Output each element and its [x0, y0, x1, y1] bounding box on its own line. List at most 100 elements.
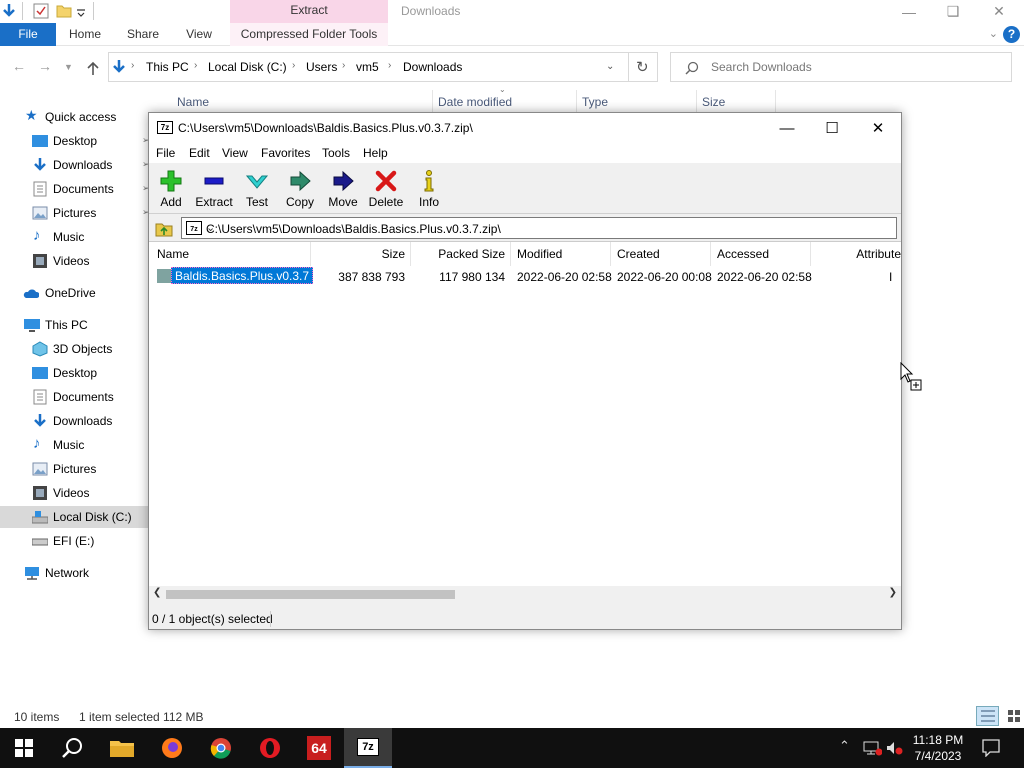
tray-expand-chevron-icon[interactable]: ⌃ [839, 738, 850, 754]
explorer-maximize-button[interactable]: ❑ [930, 0, 976, 23]
breadcrumb-this-pc[interactable]: This PC [146, 60, 189, 74]
nav-quick-access[interactable]: ★ Quick access [0, 106, 148, 128]
customize-qa-chevron-icon[interactable] [76, 3, 86, 19]
column-header-name[interactable]: Name [177, 95, 209, 109]
zip-column-created[interactable]: Created [617, 242, 660, 266]
column-header-size[interactable]: Size [702, 95, 725, 109]
nav-local-disk[interactable]: Local Disk (C:) [0, 506, 148, 528]
tab-view[interactable]: View [176, 23, 222, 46]
nav-pc-music[interactable]: ♪ Music [0, 434, 148, 456]
up-arrow-icon[interactable] [86, 60, 100, 76]
address-dropdown-chevron-icon[interactable]: ⌄ [606, 61, 614, 72]
help-icon[interactable]: ? [1003, 26, 1020, 43]
nav-quick-downloads[interactable]: Downloads ➢ [0, 154, 150, 176]
column-header-date-modified[interactable]: Date modified [438, 95, 512, 109]
nav-quick-documents[interactable]: Documents ➢ [0, 178, 150, 200]
path-input[interactable]: 7z C:\Users\vm5\Downloads\Baldis.Basics.… [181, 217, 897, 239]
nav-onedrive[interactable]: OneDrive [0, 282, 148, 304]
start-button[interactable] [0, 728, 48, 768]
nav-quick-videos[interactable]: Videos [0, 250, 148, 272]
taskbar-search-button[interactable] [48, 728, 96, 768]
tab-compressed-folder-tools[interactable]: Compressed Folder Tools [230, 23, 388, 46]
path-dropdown-chevron-icon[interactable]: ⌄ [206, 221, 890, 234]
new-folder-icon[interactable] [56, 3, 72, 19]
zip-column-attribute[interactable]: Attribute [811, 242, 901, 266]
explorer-close-button[interactable]: ✕ [976, 0, 1022, 23]
taskbar-file-explorer[interactable] [98, 728, 146, 768]
nav-pc-videos[interactable]: Videos [0, 482, 148, 504]
download-arrow-icon[interactable] [2, 3, 16, 19]
nav-3d-objects[interactable]: 3D Objects [0, 338, 148, 360]
zip-column-accessed[interactable]: Accessed [717, 242, 769, 266]
add-plus-icon [160, 170, 182, 192]
menu-help[interactable]: Help [363, 146, 388, 160]
delete-button[interactable]: Delete [364, 169, 408, 209]
scroll-right-icon[interactable]: ❯ [889, 587, 897, 598]
nav-network[interactable]: Network [0, 562, 148, 584]
nav-pc-pictures[interactable]: Pictures [0, 458, 148, 480]
horizontal-scrollbar[interactable]: ❮ ❯ [149, 586, 901, 603]
nav-this-pc[interactable]: This PC [0, 314, 148, 336]
scroll-left-icon[interactable]: ❮ [153, 587, 161, 598]
menu-favorites[interactable]: Favorites [261, 146, 310, 160]
downloads-icon [34, 158, 46, 171]
details-view-icon[interactable] [976, 706, 1000, 726]
nav-efi-drive[interactable]: EFI (E:) [0, 530, 148, 552]
search-input[interactable]: Search Downloads [711, 60, 812, 74]
menu-edit[interactable]: Edit [189, 146, 210, 160]
forward-arrow-icon[interactable]: → [38, 58, 52, 74]
explorer-minimize-button[interactable]: — [886, 0, 932, 23]
breadcrumb-users[interactable]: Users [306, 60, 337, 74]
notifications-icon[interactable] [982, 739, 1000, 757]
nav-quick-pictures[interactable]: Pictures ➢ [0, 202, 150, 224]
move-button[interactable]: Move [321, 169, 365, 209]
extract-button[interactable]: Extract [192, 169, 236, 209]
refresh-icon[interactable]: ↻ [636, 58, 649, 76]
nav-label: Local Disk (C:) [53, 510, 132, 524]
recent-locations-chevron-icon[interactable]: ▼ [64, 62, 73, 72]
taskbar-clock[interactable]: 11:18 PM 7/4/2023 [906, 732, 970, 764]
tab-file[interactable]: File [0, 23, 56, 46]
taskbar-firefox[interactable] [148, 728, 196, 768]
taskbar-chrome[interactable] [197, 728, 245, 768]
taskbar-aida64[interactable]: 64 [295, 728, 343, 768]
test-button[interactable]: Test [235, 169, 279, 209]
menu-view[interactable]: View [222, 146, 248, 160]
properties-icon[interactable] [33, 3, 49, 19]
breadcrumb-local-disk[interactable]: Local Disk (C:) [208, 60, 287, 74]
large-icons-view-icon[interactable] [1005, 706, 1023, 726]
address-bar[interactable]: › This PC › Local Disk (C:) › Users › vm… [108, 52, 658, 82]
zip-column-modified[interactable]: Modified [517, 242, 562, 266]
breadcrumb-downloads[interactable]: Downloads [403, 60, 462, 74]
tab-home[interactable]: Home [60, 23, 110, 46]
column-header-type[interactable]: Type [582, 95, 608, 109]
nav-pc-documents[interactable]: Documents [0, 386, 148, 408]
folder-up-icon[interactable] [153, 217, 177, 239]
zip-column-packed-size[interactable]: Packed Size [411, 242, 505, 266]
copy-button[interactable]: Copy [278, 169, 322, 209]
info-button[interactable]: Info [407, 169, 451, 209]
ribbon-expand-chevron-icon[interactable]: ⌄ [989, 27, 998, 40]
volume-muted-icon[interactable] [885, 740, 905, 756]
nav-pc-desktop[interactable]: Desktop [0, 362, 148, 384]
row-attribute: I [889, 270, 893, 284]
search-box[interactable]: Search Downloads [670, 52, 1012, 82]
zip-column-name[interactable]: Name [157, 242, 189, 266]
back-arrow-icon[interactable]: ← [12, 58, 26, 74]
taskbar-opera[interactable] [246, 728, 294, 768]
add-button[interactable]: Add [149, 169, 193, 209]
nav-pc-downloads[interactable]: Downloads [0, 410, 148, 432]
tab-share[interactable]: Share [120, 23, 166, 46]
sevenzip-maximize-button[interactable]: ☐ [809, 113, 855, 143]
breadcrumb-vm5[interactable]: vm5 [356, 60, 379, 74]
menu-tools[interactable]: Tools [322, 146, 350, 160]
sevenzip-minimize-button[interactable]: — [764, 113, 810, 143]
sevenzip-close-button[interactable]: ✕ [855, 113, 901, 143]
scrollbar-thumb[interactable] [166, 590, 455, 599]
nav-quick-desktop[interactable]: Desktop ➢ [0, 130, 150, 152]
taskbar-7zip[interactable]: 7z [344, 728, 392, 768]
network-tray-icon[interactable] [862, 740, 882, 756]
zip-column-size[interactable]: Size [311, 242, 405, 266]
menu-file[interactable]: File [156, 146, 175, 160]
nav-quick-music[interactable]: ♪ Music [0, 226, 148, 248]
